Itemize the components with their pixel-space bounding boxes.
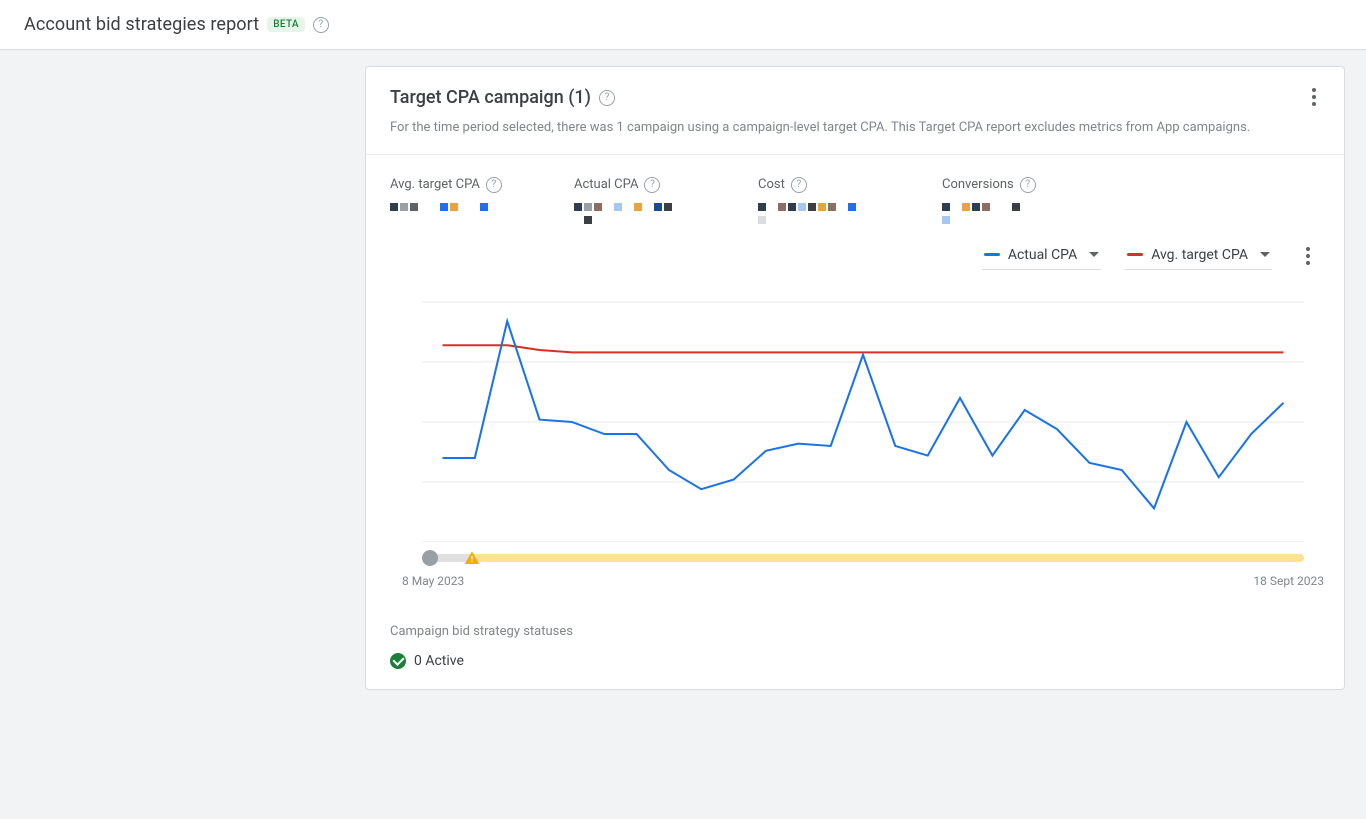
help-icon[interactable]: ? <box>791 177 807 193</box>
card-title: Target CPA campaign (1) <box>390 87 591 108</box>
chevron-down-icon <box>1260 252 1270 257</box>
x-axis-labels: 8 May 2023 18 Sept 2023 <box>366 572 1344 608</box>
card-header: Target CPA campaign (1) ? For the time p… <box>366 67 1344 155</box>
metrics-row: Avg. target CPA ? Actual CPA ? Cost ? <box>366 155 1344 237</box>
axis-end-label: 18 Sept 2023 <box>1253 574 1324 588</box>
chevron-down-icon <box>1089 252 1099 257</box>
metric-value-redacted <box>758 203 858 227</box>
metric-label: Conversions <box>942 177 1014 192</box>
legend-series-b-dropdown[interactable]: Avg. target CPA <box>1125 243 1272 270</box>
legend-swatch <box>984 253 1000 256</box>
line-chart <box>422 282 1304 542</box>
help-icon[interactable]: ? <box>313 17 329 33</box>
warning-icon[interactable] <box>464 550 480 570</box>
status-section: Campaign bid strategy statuses 0 Active <box>366 608 1344 689</box>
metric-conversions: Conversions ? <box>942 177 1062 227</box>
timeline-highlight <box>470 554 1304 562</box>
status-active-text: 0 Active <box>414 653 464 669</box>
legend-swatch <box>1127 253 1143 256</box>
help-icon[interactable]: ? <box>486 177 502 193</box>
status-section-title: Campaign bid strategy statuses <box>390 624 1320 639</box>
grid <box>422 302 1304 542</box>
page-title: Account bid strategies report <box>24 14 259 35</box>
more-icon[interactable] <box>1296 244 1320 268</box>
chart-controls: Actual CPA Avg. target CPA <box>366 237 1344 282</box>
axis-start-label: 8 May 2023 <box>402 574 464 588</box>
help-icon[interactable]: ? <box>599 90 615 106</box>
help-icon[interactable]: ? <box>1020 177 1036 193</box>
timeline-slider[interactable] <box>422 550 1304 564</box>
metric-cost: Cost ? <box>758 177 878 227</box>
check-circle-icon <box>390 653 406 669</box>
metric-avg-target-cpa: Avg. target CPA ? <box>390 177 510 227</box>
metric-label: Cost <box>758 177 785 192</box>
legend-label: Avg. target CPA <box>1151 247 1248 263</box>
metric-value-redacted <box>390 203 490 227</box>
metric-label: Actual CPA <box>574 177 638 192</box>
metric-value-redacted <box>574 203 674 227</box>
status-row-active: 0 Active <box>390 653 1320 669</box>
beta-badge: BETA <box>267 17 305 32</box>
legend-series-a-dropdown[interactable]: Actual CPA <box>982 243 1101 270</box>
actual-cpa-line <box>443 321 1284 508</box>
metric-actual-cpa: Actual CPA ? <box>574 177 694 227</box>
content: Target CPA campaign (1) ? For the time p… <box>0 50 1366 730</box>
more-icon[interactable] <box>1302 85 1326 109</box>
legend-label: Actual CPA <box>1008 247 1077 263</box>
avg-target-cpa-line <box>443 345 1284 352</box>
help-icon[interactable]: ? <box>644 177 660 193</box>
timeline-handle[interactable] <box>422 550 438 566</box>
card-description: For the time period selected, there was … <box>390 118 1320 138</box>
chart-area <box>366 282 1344 542</box>
metric-value-redacted <box>942 203 1042 227</box>
metric-label: Avg. target CPA <box>390 177 480 192</box>
report-card: Target CPA campaign (1) ? For the time p… <box>365 66 1345 690</box>
page-header: Account bid strategies report BETA ? <box>0 0 1366 50</box>
